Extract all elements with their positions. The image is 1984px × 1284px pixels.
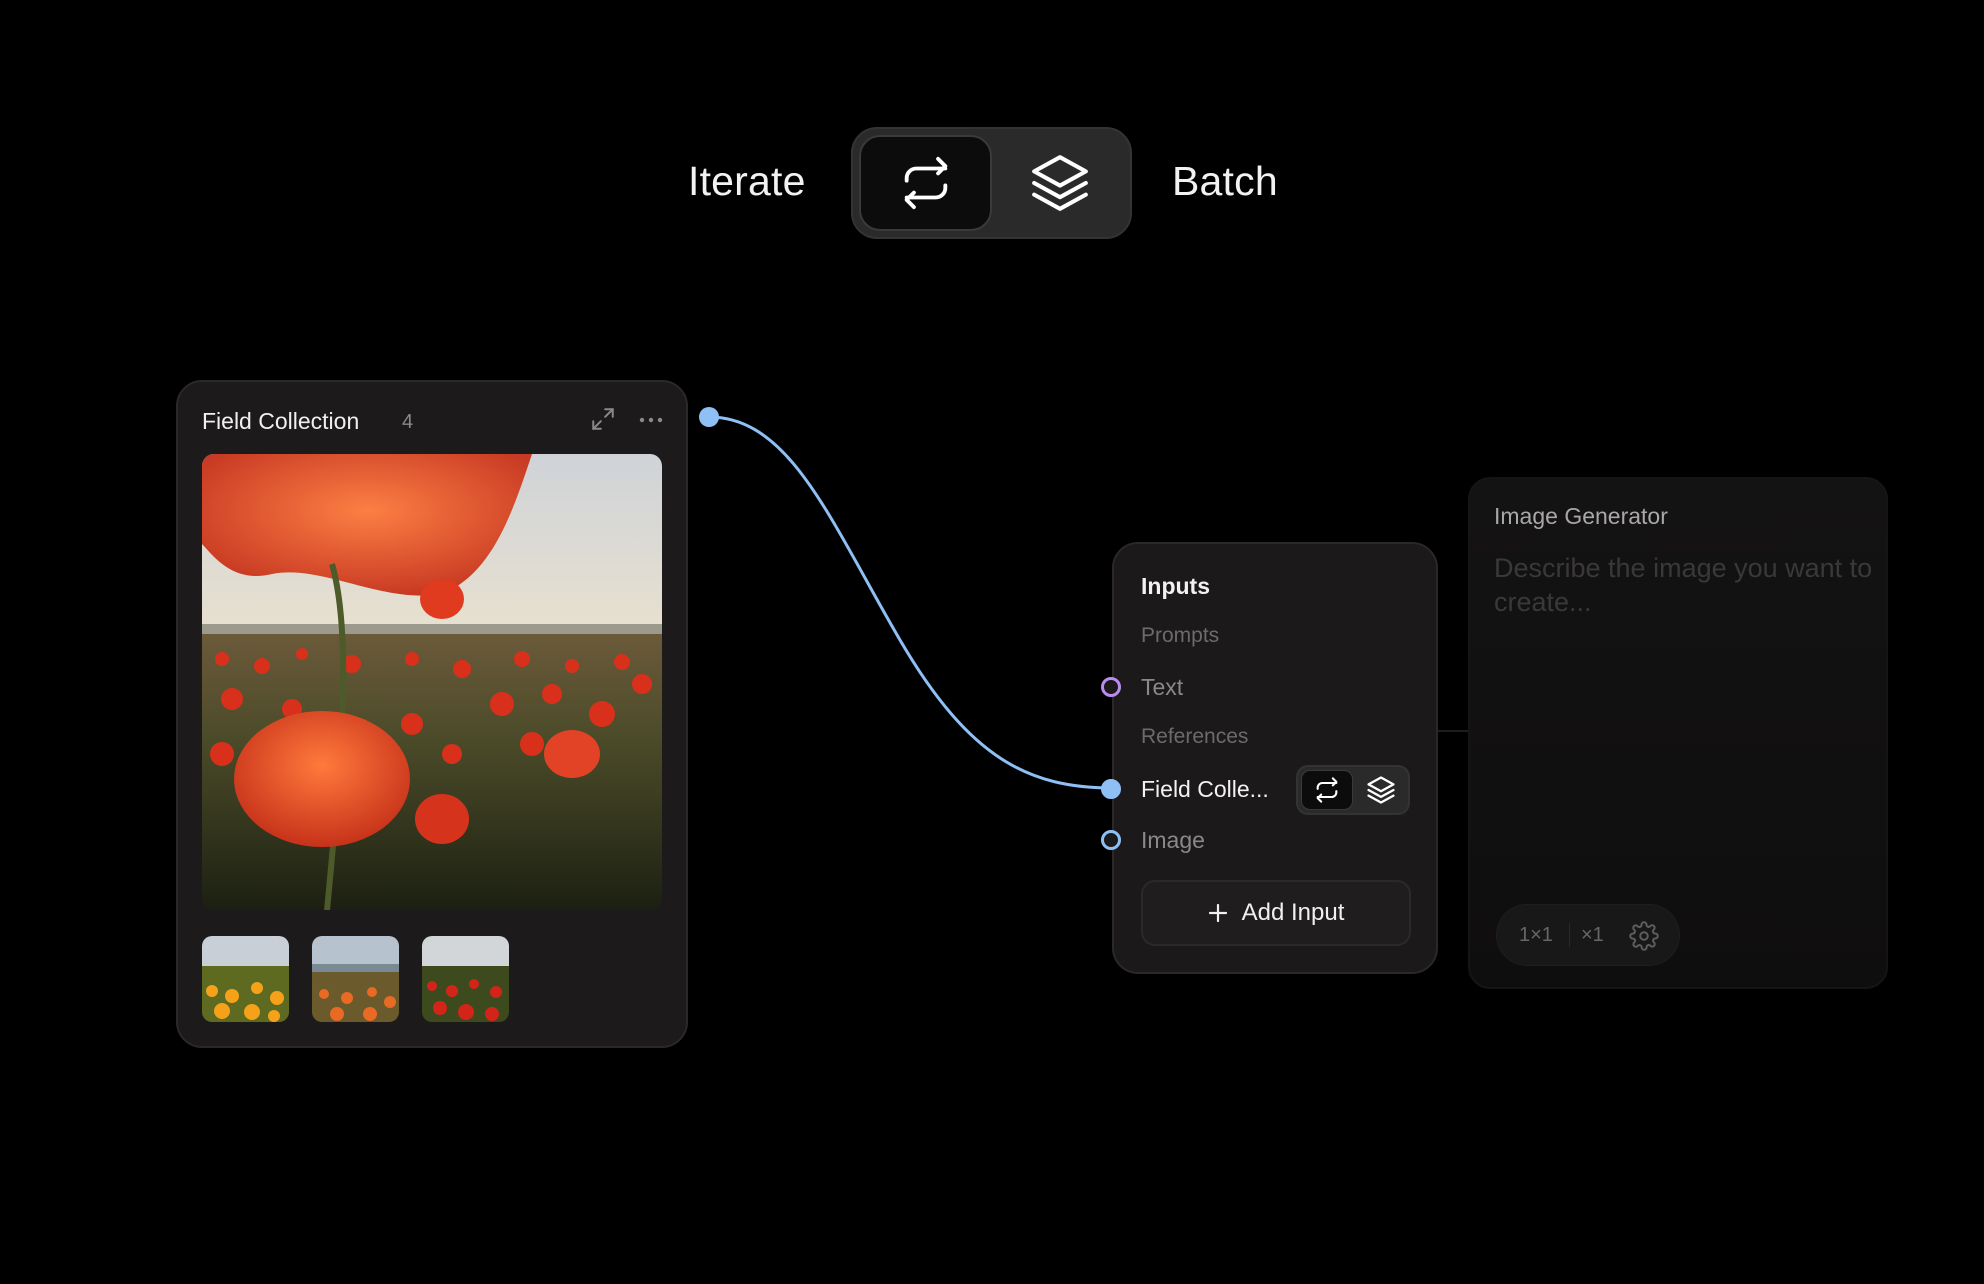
aspect-ratio[interactable]: 1×1: [1519, 924, 1553, 947]
image-generator-card[interactable]: Image Generator Describe the image you w…: [1468, 477, 1888, 989]
thumbnail-3[interactable]: [422, 936, 509, 1022]
iterate-label: Iterate: [688, 158, 806, 204]
add-input-label: Add Input: [1241, 899, 1345, 926]
repeat-icon: [1316, 777, 1338, 803]
image-input-port[interactable]: [1101, 830, 1121, 850]
generator-title: Image Generator: [1494, 503, 1668, 529]
image-count[interactable]: ×1: [1581, 924, 1604, 947]
input-iterate-button[interactable]: [1301, 770, 1353, 810]
divider: [1569, 923, 1570, 947]
batch-button[interactable]: [993, 135, 1126, 231]
more-icon[interactable]: [638, 416, 664, 424]
generator-connector: [1438, 730, 1468, 732]
batch-label: Batch: [1172, 158, 1278, 204]
hero-image[interactable]: [202, 454, 662, 910]
repeat-icon: [904, 156, 947, 210]
settings-icon[interactable]: [1629, 921, 1659, 951]
field-collection-input-label: Field Colle...: [1141, 776, 1269, 802]
iterate-button[interactable]: [859, 135, 992, 231]
input-batch-button[interactable]: [1355, 770, 1407, 810]
generator-options[interactable]: 1×1 ×1: [1496, 904, 1680, 966]
layers-icon: [1367, 776, 1395, 804]
input-mode-toggle[interactable]: [1296, 765, 1410, 815]
image-input-label: Image: [1141, 827, 1205, 853]
plus-icon: [1208, 903, 1227, 923]
layers-icon: [1031, 155, 1088, 211]
expand-icon[interactable]: [590, 406, 616, 432]
text-input-port[interactable]: [1101, 677, 1121, 697]
thumbnail-1[interactable]: [202, 936, 289, 1022]
text-input-label: Text: [1141, 674, 1184, 700]
inputs-title: Inputs: [1141, 573, 1210, 599]
card-title: Field Collection: [202, 408, 360, 434]
inputs-card[interactable]: Inputs Prompts Text References Field Col…: [1101, 542, 1438, 974]
iterate-batch-toggle[interactable]: [851, 127, 1132, 239]
thumbnail-2[interactable]: [312, 936, 399, 1022]
field-collection-card[interactable]: Field Collection 4: [176, 380, 688, 1048]
prompts-section-label: Prompts: [1141, 624, 1220, 647]
prompt-placeholder[interactable]: Describe the image you want to create...: [1494, 551, 1874, 619]
references-section-label: References: [1141, 725, 1249, 748]
collection-output-port[interactable]: [699, 407, 719, 427]
field-collection-input-port[interactable]: [1101, 779, 1121, 799]
item-count: 4: [402, 411, 414, 433]
add-input-button[interactable]: Add Input: [1141, 880, 1411, 946]
